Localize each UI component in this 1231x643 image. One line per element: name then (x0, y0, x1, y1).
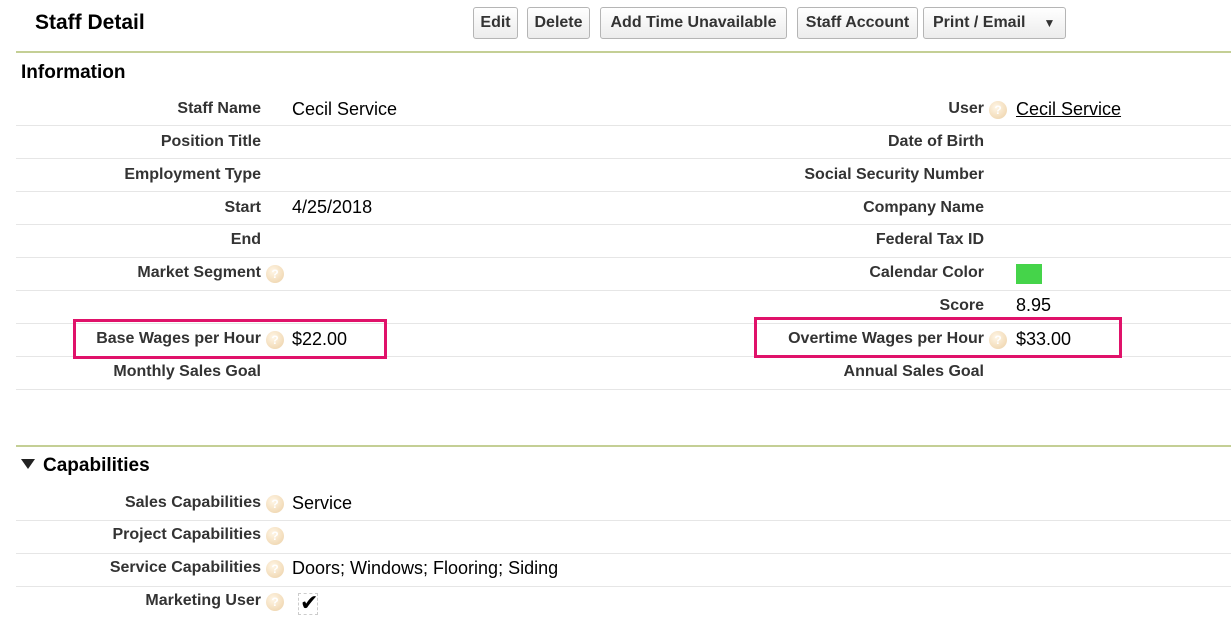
row-divider (16, 191, 1231, 192)
print-email-label: Print / Email (933, 14, 1026, 31)
calendar-color-swatch (1016, 264, 1042, 284)
overtime-wages-highlight (754, 317, 1122, 358)
user-value[interactable]: Cecil Service (1016, 99, 1121, 120)
add-time-unavailable-button[interactable]: Add Time Unavailable (600, 7, 787, 39)
federal-tax-id-label: Federal Tax ID (875, 231, 984, 248)
end-label: End (230, 231, 261, 248)
score-value: 8.95 (1016, 295, 1052, 315)
staff-name-label: Staff Name (177, 100, 261, 117)
ssn-label: Social Security Number (804, 166, 984, 183)
staff-name-value: Cecil Service (292, 99, 398, 119)
row-divider (16, 158, 1231, 159)
annual-sales-goal-label: Annual Sales Goal (843, 363, 984, 380)
user-label: User (948, 100, 984, 117)
information-section-title: Information (21, 62, 126, 83)
row-divider (16, 586, 1231, 587)
service-capabilities-value: Doors; Windows; Flooring; Siding (292, 558, 559, 578)
market-segment-label: Market Segment (137, 264, 261, 281)
row-divider (16, 389, 1231, 390)
company-name-label: Company Name (863, 199, 984, 216)
help-icon[interactable]: ? (266, 560, 284, 578)
monthly-sales-goal-label: Monthly Sales Goal (113, 363, 261, 380)
base-wages-highlight (73, 319, 387, 359)
page-title: Staff Detail (35, 11, 145, 34)
row-divider (16, 257, 1231, 258)
help-icon[interactable]: ? (266, 593, 284, 611)
help-icon[interactable]: ? (266, 265, 284, 283)
calendar-color-label: Calendar Color (869, 264, 984, 281)
employment-type-label: Employment Type (124, 166, 261, 183)
capabilities-section-toggle[interactable]: Capabilities (21, 455, 150, 477)
row-divider (16, 520, 1231, 521)
project-capabilities-label: Project Capabilities (112, 526, 262, 543)
staff-account-button[interactable]: Staff Account (797, 7, 918, 39)
sales-capabilities-label: Sales Capabilities (124, 494, 261, 511)
print-email-dropdown[interactable]: Print / Email ▼ (923, 7, 1066, 39)
header-divider (16, 51, 1231, 53)
help-icon[interactable]: ? (266, 495, 284, 513)
dropdown-arrow-icon: ▼ (1043, 16, 1056, 30)
collapse-triangle-icon (21, 458, 35, 469)
capabilities-section-title: Capabilities (43, 455, 150, 476)
marketing-user-checkbox: ✔ (298, 590, 319, 615)
service-capabilities-label: Service Capabilities (109, 559, 261, 576)
row-divider (16, 125, 1231, 126)
delete-button[interactable]: Delete (527, 7, 590, 39)
section-divider (16, 445, 1231, 447)
marketing-user-label: Marketing User (145, 592, 261, 609)
start-label: Start (224, 199, 261, 216)
score-label: Score (939, 297, 984, 314)
row-divider (16, 553, 1231, 554)
user-link[interactable]: Cecil Service (1016, 99, 1121, 119)
help-icon[interactable]: ? (989, 101, 1007, 119)
position-title-label: Position Title (160, 133, 261, 150)
edit-button[interactable]: Edit (473, 7, 518, 39)
checkmark-icon: ✔ (300, 590, 319, 615)
row-divider (16, 290, 1231, 291)
date-of-birth-label: Date of Birth (888, 133, 984, 150)
help-icon[interactable]: ? (266, 527, 284, 545)
start-value: 4/25/2018 (292, 197, 373, 217)
sales-capabilities-value: Service (292, 493, 353, 513)
row-divider (16, 224, 1231, 225)
